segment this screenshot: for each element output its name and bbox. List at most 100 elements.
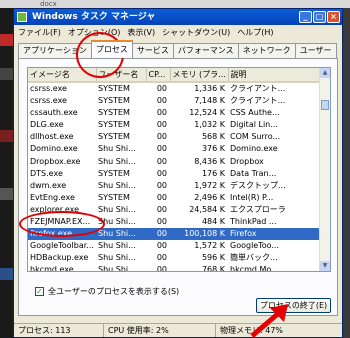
cell-cpu: 00 xyxy=(156,96,167,106)
maximize-button[interactable]: □ xyxy=(313,11,326,23)
cell-user-name: Shu Shi... xyxy=(98,253,136,263)
cell-description: CSS Authe... xyxy=(230,108,280,118)
process-table-header: イメージ名 ユーザー名 CP... メモリ (プラ... 説明 xyxy=(28,68,322,83)
cell-description: COM Surro... xyxy=(230,132,281,142)
cell-user-name: Shu Shi... xyxy=(96,228,146,241)
cell-description: クライアント... xyxy=(230,96,286,106)
process-list[interactable]: イメージ名 ユーザー名 CP... メモリ (プラ... 説明 csrss.ex… xyxy=(27,67,331,272)
cell-user-name: SYSTEM xyxy=(98,132,130,142)
show-all-users-option[interactable]: ✓ 全ユーザーのプロセスを表示する(S) xyxy=(35,286,179,297)
cell-memory: 484 K xyxy=(201,216,225,226)
cell-description: GoogleToo... xyxy=(230,241,280,251)
annotation-arrow-icon xyxy=(250,304,288,338)
cell-image-name: cssauth.exe xyxy=(30,108,78,118)
cell-memory: 12,524 K xyxy=(189,108,225,118)
firefox-row-highlight-circle xyxy=(19,211,105,237)
table-row[interactable]: csrss.exe SYSTEM 00 1,336 K クライアント... xyxy=(28,82,321,95)
cell-description: Digital Lin... xyxy=(230,120,278,130)
desktop-thumbnail xyxy=(0,130,14,142)
table-row[interactable]: Dropbox.exe Shu Shi... 00 8,436 K Dropbox xyxy=(28,155,321,167)
menu-bar: ファイル(F) オプション(O) 表示(V) シャットダウン(U) ヘルプ(H) xyxy=(14,25,342,39)
cell-cpu: 00 xyxy=(156,180,167,190)
table-row[interactable]: DTS.exe SYSTEM 00 176 K Data Tran... xyxy=(28,168,321,180)
menu-file[interactable]: ファイル(F) xyxy=(18,27,61,38)
cell-cpu: 00 xyxy=(156,132,167,142)
table-row[interactable]: GoogleToolbar... Shu Shi... 00 1,572 K Googl… xyxy=(28,240,321,252)
table-row[interactable]: cssauth.exe SYSTEM 00 12,524 K CSS Authe... xyxy=(28,107,321,119)
cell-description: Domino.exe xyxy=(230,144,278,154)
column-cpu[interactable]: CP... xyxy=(146,68,171,83)
cell-memory: 24,584 K xyxy=(189,204,225,214)
status-cpu-usage: CPU 使用率: 2% xyxy=(104,324,216,337)
tab-strip: アプリケーション プロセス サービス パフォーマンス ネットワーク ユーザー xyxy=(14,40,342,58)
menu-help[interactable]: ヘルプ(H) xyxy=(237,27,273,38)
vertical-scrollbar[interactable]: ▲ ▼ xyxy=(319,68,330,271)
cell-user-name: Shu Shi... xyxy=(98,265,136,272)
tab-users[interactable]: ユーザー xyxy=(294,43,337,58)
column-memory[interactable]: メモリ (プラ... xyxy=(170,68,229,83)
cell-memory: 1,032 K xyxy=(194,120,225,130)
scroll-down-arrow-icon[interactable]: ▼ xyxy=(320,261,330,271)
cell-user-name: Shu Shi... xyxy=(98,180,136,190)
cell-cpu: 00 xyxy=(156,253,167,263)
cell-memory: 7,148 K xyxy=(194,96,225,106)
cell-user-name: SYSTEM xyxy=(98,168,130,178)
cell-image-name: hkcmd.exe xyxy=(30,265,74,272)
cell-image-name: Domino.exe xyxy=(30,144,78,154)
cell-memory: 1,572 K xyxy=(194,241,225,251)
cell-image-name: csrss.exe xyxy=(30,84,67,93)
desktop-thumbnail xyxy=(0,268,14,280)
cell-description: Intel(R) P... xyxy=(230,192,274,202)
scrollbar-thumb[interactable] xyxy=(321,100,329,110)
table-row[interactable]: dwm.exe Shu Shi... 00 1,972 K デスクトップ... xyxy=(28,180,321,192)
table-row[interactable]: hkcmd.exe Shu Shi... 00 768 K hkcmd Mo... xyxy=(28,264,321,272)
table-row[interactable]: dllhost.exe SYSTEM 00 568 K COM Surro... xyxy=(28,131,321,143)
cell-user-name: Shu Shi... xyxy=(98,144,136,154)
menu-view[interactable]: 表示(V) xyxy=(127,27,155,38)
minimize-button[interactable]: _ xyxy=(299,11,312,23)
cell-memory: 596 K xyxy=(201,253,225,263)
table-row[interactable]: csrss.exe SYSTEM 00 7,148 K クライアント... xyxy=(28,95,321,107)
show-all-users-checkbox[interactable]: ✓ xyxy=(35,287,44,296)
cell-image-name: DLG.exe xyxy=(30,120,64,130)
cell-cpu: 00 xyxy=(156,108,167,118)
tab-services[interactable]: サービス xyxy=(131,43,174,58)
cell-memory: 2,496 K xyxy=(194,192,225,202)
tab-performance[interactable]: パフォーマンス xyxy=(172,43,239,58)
cell-description: hkcmd Mo... xyxy=(230,265,279,272)
cell-cpu: 00 xyxy=(146,228,170,241)
title-bar[interactable]: Windows タスク マネージャ _ □ × xyxy=(14,9,342,25)
cell-memory: 1,336 K xyxy=(194,84,225,93)
cell-description: Dropbox xyxy=(230,156,264,166)
task-manager-icon xyxy=(17,12,27,22)
desktop-thumbnail xyxy=(0,188,14,200)
cell-cpu: 00 xyxy=(156,204,167,214)
cell-description: デスクトップ... xyxy=(230,180,286,190)
cell-cpu: 00 xyxy=(156,84,167,93)
cell-memory: 568 K xyxy=(201,132,225,142)
cell-description: Firefox xyxy=(228,228,321,241)
close-button[interactable]: × xyxy=(327,11,340,23)
show-all-users-label: 全ユーザーのプロセスを表示する(S) xyxy=(48,287,180,296)
cell-user-name: SYSTEM xyxy=(98,84,130,93)
menu-shutdown[interactable]: シャットダウン(U) xyxy=(162,27,230,38)
cell-cpu: 00 xyxy=(156,168,167,178)
cell-cpu: 00 xyxy=(156,192,167,202)
desktop-thumbnail xyxy=(0,68,14,80)
cell-description: Data Tran... xyxy=(230,168,277,178)
task-manager-window: Windows タスク マネージャ _ □ × ファイル(F) オプション(O)… xyxy=(13,8,343,338)
cell-user-name: SYSTEM xyxy=(98,108,130,118)
table-row[interactable]: EvtEng.exe SYSTEM 00 2,496 K Intel(R) P... xyxy=(28,192,321,204)
tab-processes[interactable]: プロセス xyxy=(90,40,133,58)
desktop-thumbnail xyxy=(0,34,14,46)
column-description[interactable]: 説明 xyxy=(228,68,322,83)
table-row[interactable]: HDBackup.exe Shu Shi... 00 596 K 簡単バック... xyxy=(28,252,321,264)
scroll-up-arrow-icon[interactable]: ▲ xyxy=(320,68,330,78)
processes-panel: イメージ名 ユーザー名 CP... メモリ (プラ... 説明 csrss.ex… xyxy=(18,58,338,316)
table-row[interactable]: Domino.exe Shu Shi... 00 376 K Domino.exe xyxy=(28,143,321,155)
cell-cpu: 00 xyxy=(156,120,167,130)
table-row[interactable]: DLG.exe SYSTEM 00 1,032 K Digital Lin... xyxy=(28,119,321,131)
cell-user-name: Shu Shi... xyxy=(98,156,136,166)
tab-networking[interactable]: ネットワーク xyxy=(237,43,296,58)
cell-memory: 1,972 K xyxy=(194,180,225,190)
